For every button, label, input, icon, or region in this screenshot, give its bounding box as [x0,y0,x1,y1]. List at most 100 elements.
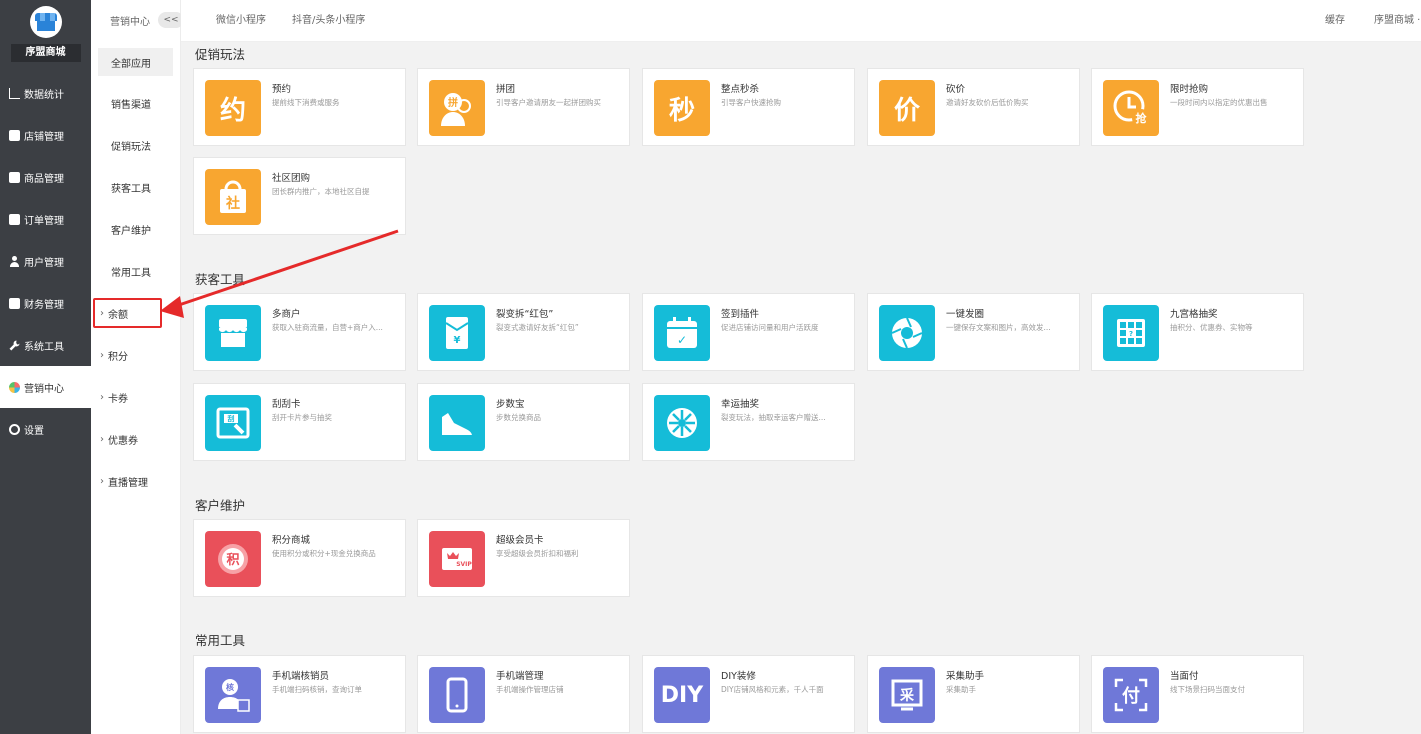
sidebar-item-users[interactable]: 用户管理 [0,240,91,282]
card-title: 预约 [272,84,292,95]
app-card-community-group[interactable]: 社 社区团购 团长群内推广，本地社区自提 [193,157,406,235]
card-desc: 一段时间内以指定的优惠出售 [1170,98,1268,107]
app-card-flash-sale[interactable]: 秒 整点秒杀 引导客户快速抢购 [642,68,855,146]
sidebar-item-marketing[interactable]: 营销中心 [0,366,91,408]
card-title: 九宫格抽奖 [1170,309,1218,320]
sidebar-item-system-tools[interactable]: 系统工具 [0,324,91,366]
subnav-item-common-tools[interactable]: 常用工具 [91,250,180,292]
tab-douyin-miniprogram[interactable]: 抖音/头条小程序 [292,0,365,42]
chart-icon [9,87,20,99]
subnav-label: 积分 [108,351,128,363]
subnav-item-balance[interactable]: › 余额 [91,292,180,334]
store-menu[interactable]: 序盟商城 · [1374,0,1420,42]
sidebar-item-goods[interactable]: 商品管理 [0,156,91,198]
app-card-mobile-verifier[interactable]: 核 手机端核销员 手机端扫码核销，查询订单 [193,655,406,733]
card-title: 手机端核销员 [272,671,330,682]
app-card-checkin[interactable]: ✓ 签到插件 促进店铺访问量和用户活跃度 [642,293,855,371]
subnav-label: 优惠券 [108,435,138,447]
app-card-collector[interactable]: 采 采集助手 采集助手 [867,655,1080,733]
gear-icon [9,423,20,435]
sidebar-item-settings[interactable]: 设置 [0,408,91,450]
sidebar-item-orders[interactable]: 订单管理 [0,198,91,240]
card-desc: 线下场景扫码当面支付 [1170,685,1245,694]
sidebar-item-label: 财务管理 [24,299,64,311]
order-icon [9,213,20,225]
wrench-icon [9,340,20,351]
sidebar-item-label: 订单管理 [24,215,64,227]
card-title: 多商户 [272,309,301,320]
card-desc: 手机端扫码核销，查询订单 [272,685,362,694]
subnav-item-live[interactable]: › 直播管理 [91,460,180,502]
subnav-item-sales-channel[interactable]: 销售渠道 [91,82,180,124]
app-card-super-member[interactable]: SVIP 超级会员卡 享受超级会员折扣和福利 [417,519,630,597]
sidebar-item-data-stats[interactable]: 数据统计 [0,72,91,114]
app-card-step-treasure[interactable]: 步数宝 步数兑换商品 [417,383,630,461]
app-card-limited-time[interactable]: 抢 限时抢购 一段时间内以指定的优惠出售 [1091,68,1304,146]
subnav-item-promotion[interactable]: 促销玩法 [91,124,180,166]
subnav-item-cards[interactable]: › 卡券 [91,376,180,418]
app-card-face-pay[interactable]: 付 当面付 线下场景扫码当面支付 [1091,655,1304,733]
sidebar-item-store[interactable]: 店铺管理 [0,114,91,156]
app-card-red-packet[interactable]: ¥ 裂变拆“红包” 裂变式邀请好友拆“红包” [417,293,630,371]
wheel-icon [654,395,710,451]
sidebar-item-label: 商品管理 [24,173,64,185]
svg-text:?: ? [1129,330,1133,338]
svg-text:付: 付 [1122,685,1140,707]
pinwheel-icon [9,381,20,393]
app-card-diy-decor[interactable]: DIY DIY装修 DIY店铺风格和元素，千人千面 [642,655,855,733]
subnav-item-retention[interactable]: 客户维护 [91,208,180,250]
store-name-label: 序盟商城 [10,44,81,62]
flash-sale-icon: 秒 [654,80,710,136]
clock-icon: 抢 [1103,80,1159,136]
subnav-header: 营销中心 << [91,0,184,40]
app-card-group-buy[interactable]: 拼 拼团 引导客户邀请朋友一起拼团购买 [417,68,630,146]
svg-text:采: 采 [899,687,915,704]
card-desc: 提前线下消费或服务 [272,98,340,107]
sidebar-item-finance[interactable]: 财务管理 [0,282,91,324]
app-card-bargain[interactable]: 价 砍价 邀请好友砍价后低价购买 [867,68,1080,146]
app-root: 序盟商城 数据统计 店铺管理 商品管理 订单管理 用户管理 财务管理 系统工具 … [0,0,1421,734]
app-card-nine-grid-lottery[interactable]: ? 九宫格抽奖 抽积分、优惠券、实物等 [1091,293,1304,371]
subnav-item-points[interactable]: › 积分 [91,334,180,376]
chevron-right-icon: › [100,433,104,445]
app-card-scratch-card[interactable]: 刮 刮刮卡 刮开卡片参与抽奖 [193,383,406,461]
tab-wechat-miniprogram[interactable]: 微信小程序 [216,0,266,42]
chevron-right-icon: › [100,391,104,403]
points-icon: 积 [205,531,261,587]
card-title: 刮刮卡 [272,399,301,410]
chevron-right-icon: › [100,307,104,319]
card-desc: 手机端操作管理店铺 [496,685,564,694]
vip-card-icon: SVIP [429,531,485,587]
store-logo-icon[interactable] [29,6,62,38]
card-desc: 引导客户邀请朋友一起拼团购买 [496,98,601,107]
card-title: 超级会员卡 [496,535,544,546]
phone-icon [429,667,485,723]
app-card-lucky-draw[interactable]: 幸运抽奖 裂变玩法，抽取幸运客户赠送... [642,383,855,461]
svg-text:刮: 刮 [228,414,235,423]
svg-text:社: 社 [225,195,240,212]
cache-button[interactable]: 缓存 [1325,0,1345,42]
subnav-item-coupons[interactable]: › 优惠券 [91,418,180,460]
card-desc: 引导客户快速抢购 [721,98,781,107]
logo-area: 序盟商城 [0,0,91,72]
svg-text:¥: ¥ [454,335,461,346]
section-title-promo: 促销玩法 [195,47,246,62]
card-title: 整点秒杀 [721,84,760,95]
section-title-common-tools: 常用工具 [195,633,246,648]
subnav-item-all-apps[interactable]: 全部应用 [98,48,173,76]
sidebar-item-label: 设置 [24,425,44,437]
card-desc: 获取入驻商流量，自营+商户入... [272,323,383,332]
card-title: 积分商城 [272,535,311,546]
app-card-multi-merchant[interactable]: 多商户 获取入驻商流量，自营+商户入... [193,293,406,371]
collector-icon: 采 [879,667,935,723]
svg-text:✓: ✓ [677,333,687,347]
subnav-item-acquisition[interactable]: 获客工具 [91,166,180,208]
app-card-share-moments[interactable]: 一键发圈 一键保存文案和图片，高效发... [867,293,1080,371]
red-packet-icon: ¥ [429,305,485,361]
card-title: 拼团 [496,84,516,95]
card-desc: 抽积分、优惠券、实物等 [1170,323,1253,332]
app-card-points-mall[interactable]: 积 积分商城 使用积分或积分+现金兑换商品 [193,519,406,597]
app-card-mobile-admin[interactable]: 手机端管理 手机端操作管理店铺 [417,655,630,733]
sidebar-item-label: 数据统计 [24,89,64,101]
app-card-reservation[interactable]: 约 预约 提前线下消费或服务 [193,68,406,146]
